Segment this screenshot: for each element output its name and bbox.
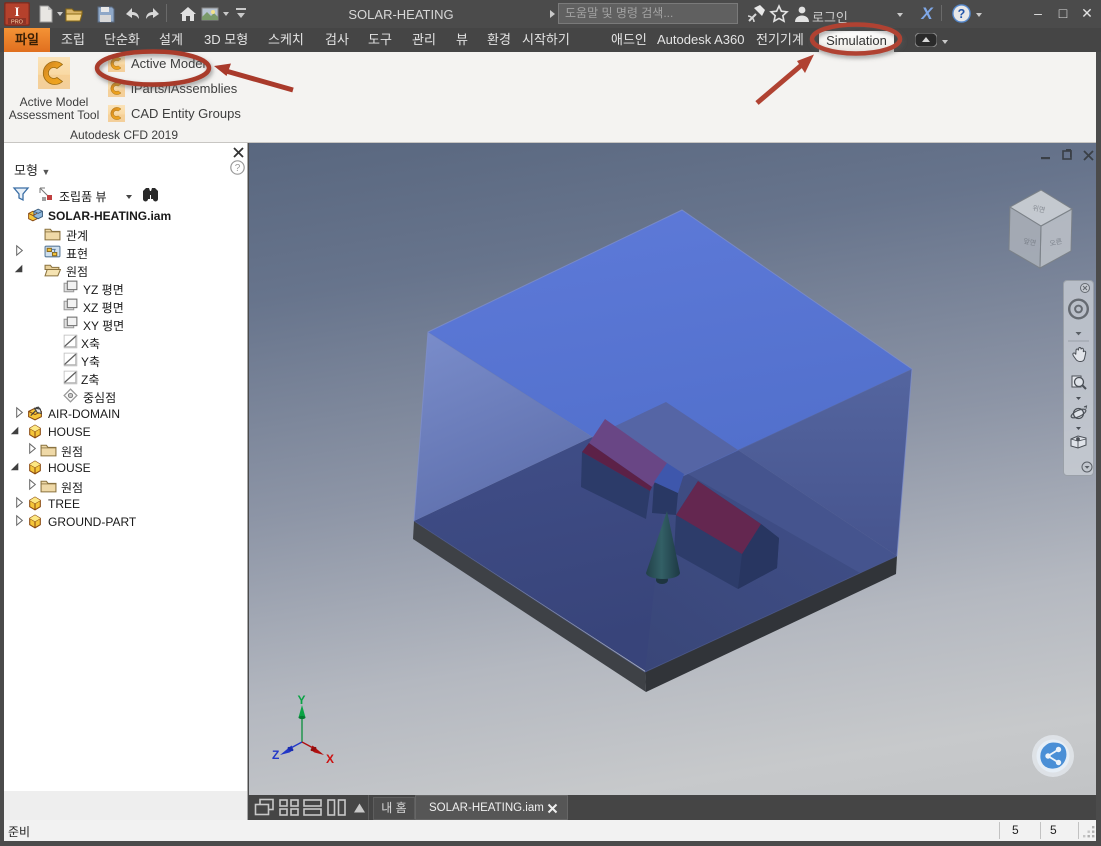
svg-text:?: ? [235, 163, 241, 174]
svg-text:Y: Y [298, 693, 306, 707]
svg-text:Z: Z [272, 748, 279, 762]
svg-text:X: X [920, 4, 934, 23]
svg-text:?: ? [958, 7, 966, 21]
svg-text:I: I [14, 4, 19, 19]
svg-text:PRO: PRO [11, 20, 24, 26]
svg-text:X: X [326, 752, 334, 766]
